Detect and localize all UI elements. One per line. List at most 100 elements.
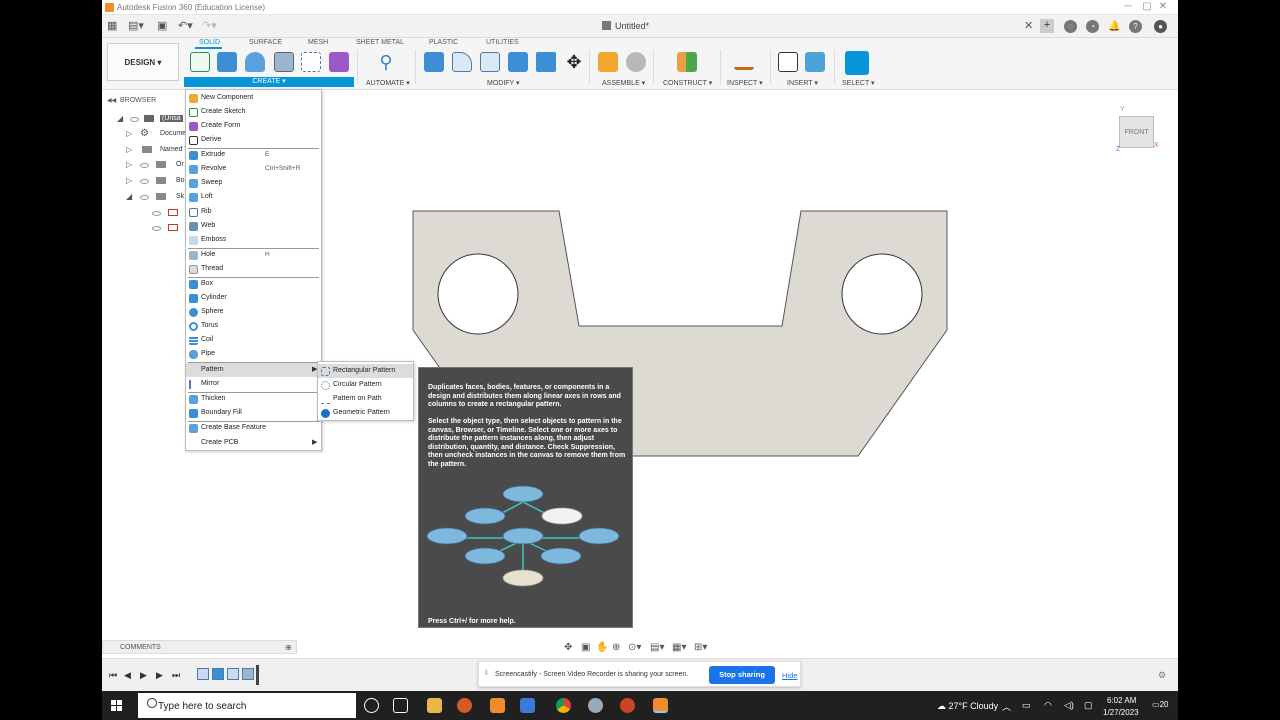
- tab-mesh[interactable]: MESH: [308, 39, 328, 46]
- assemble-dropdown-button[interactable]: ASSEMBLE ▾: [602, 79, 645, 87]
- notification-center-icon[interactable]: ▭20: [1152, 700, 1168, 709]
- timeline-start-icon[interactable]: ⏮: [109, 670, 117, 681]
- job-status-icon[interactable]: ◔: [1086, 20, 1099, 33]
- file-menu-icon[interactable]: ▤▾: [128, 19, 144, 32]
- create-form-icon[interactable]: [329, 52, 349, 72]
- extensions-icon[interactable]: ◌: [1064, 20, 1077, 33]
- menu-item-boundary-fill[interactable]: Boundary Fill: [186, 406, 321, 420]
- new-tab-button[interactable]: +: [1040, 19, 1054, 33]
- automate-icon[interactable]: ⚲: [376, 52, 396, 72]
- modify-dropdown-button[interactable]: MODIFY ▾: [487, 79, 520, 87]
- file-explorer-icon[interactable]: [427, 698, 442, 713]
- chrome-icon[interactable]: [556, 698, 571, 713]
- menu-item-hole[interactable]: Hole H: [186, 248, 321, 262]
- collapse-arrow-icon[interactable]: ◢: [117, 114, 123, 123]
- menu-item-sphere[interactable]: Sphere: [186, 305, 321, 319]
- orbit-icon[interactable]: ✥: [564, 642, 572, 653]
- insert-derive-icon[interactable]: [778, 52, 798, 72]
- menu-item-pattern-on-path[interactable]: Pattern on Path: [318, 392, 413, 406]
- windows-start-icon[interactable]: [111, 700, 123, 712]
- select-dropdown-button[interactable]: SELECT ▾: [842, 79, 875, 87]
- move-icon[interactable]: ✥: [564, 52, 584, 72]
- redo-icon[interactable]: ↷▾: [202, 19, 217, 32]
- measure-icon[interactable]: [734, 56, 754, 70]
- menu-item-rectangular-pattern[interactable]: Rectangular Pattern: [318, 364, 413, 378]
- document-tab[interactable]: Untitled*: [602, 21, 649, 31]
- pan-icon[interactable]: ✋: [596, 642, 608, 653]
- timeline-sketch-feature[interactable]: [227, 668, 239, 680]
- timeline-extrude-feature[interactable]: [212, 668, 224, 680]
- collapse-arrow-icon[interactable]: ◢: [126, 192, 132, 201]
- eye-icon[interactable]: [152, 226, 161, 231]
- menu-item-thicken[interactable]: Thicken: [186, 392, 321, 406]
- document-close-button[interactable]: ✕: [1024, 19, 1033, 32]
- hide-link[interactable]: Hide: [782, 671, 797, 680]
- help-icon[interactable]: ?: [1129, 20, 1142, 33]
- menu-item-web[interactable]: Web: [186, 219, 321, 233]
- new-component-icon[interactable]: [598, 52, 618, 72]
- menu-item-create-pcb[interactable]: Create PCB ▶: [186, 436, 321, 450]
- tab-solid[interactable]: SOLID: [199, 39, 220, 46]
- menu-item-revolve[interactable]: Revolve Ctrl+Shift+R: [186, 162, 321, 176]
- weather-widget[interactable]: ☁ 27°F Cloudy: [937, 701, 998, 712]
- add-comment-icon[interactable]: ⊕: [285, 643, 292, 652]
- stop-sharing-button[interactable]: Stop sharing: [709, 666, 775, 684]
- expand-arrow-icon[interactable]: ▷: [126, 145, 132, 154]
- zoom-icon[interactable]: ⊕: [612, 642, 620, 653]
- insert-image-icon[interactable]: [805, 52, 825, 72]
- minimize-button[interactable]: ─: [1119, 1, 1137, 12]
- inspect-dropdown-button[interactable]: INSPECT ▾: [727, 79, 763, 87]
- tab-utilities[interactable]: UTILITIES: [486, 39, 519, 46]
- timeline-sketch-feature[interactable]: [197, 668, 209, 680]
- close-button[interactable]: ✕: [1154, 1, 1172, 12]
- construct-dropdown-button[interactable]: CONSTRUCT ▾: [663, 79, 712, 87]
- combine-icon[interactable]: [536, 52, 556, 72]
- menu-item-pipe[interactable]: Pipe: [186, 347, 321, 361]
- menu-item-circular-pattern[interactable]: Circular Pattern: [318, 378, 413, 392]
- select-icon[interactable]: [845, 51, 869, 75]
- menu-item-create-base-feature[interactable]: Create Base Feature: [186, 421, 321, 435]
- eye-icon[interactable]: [140, 195, 149, 200]
- network-icon[interactable]: ◠: [1044, 700, 1052, 711]
- look-at-icon[interactable]: ▣: [581, 642, 590, 653]
- timeline-marker[interactable]: [256, 665, 259, 685]
- fusion-active-taskbar-icon[interactable]: [653, 698, 668, 713]
- expand-arrow-icon[interactable]: ▷: [126, 160, 132, 169]
- timeline-hole-feature[interactable]: [242, 668, 254, 680]
- grid-settings-icon[interactable]: ▦▾: [672, 642, 686, 653]
- zoom-window-icon[interactable]: ⊙▾: [628, 642, 641, 653]
- hole-icon[interactable]: [274, 52, 294, 72]
- menu-item-rib[interactable]: Rib: [186, 205, 321, 219]
- menu-item-emboss[interactable]: Emboss: [186, 233, 321, 247]
- tray-app-icon[interactable]: ▭: [1022, 700, 1031, 711]
- calculator-icon[interactable]: [520, 698, 535, 713]
- collapse-icon[interactable]: ◀◀: [107, 97, 116, 104]
- create-sketch-icon[interactable]: [190, 52, 210, 72]
- timeline-play-icon[interactable]: ▶: [140, 670, 147, 681]
- menu-item-derive[interactable]: Derive: [186, 133, 321, 147]
- fusion-taskbar-icon[interactable]: [490, 698, 505, 713]
- eye-icon[interactable]: [140, 163, 149, 168]
- extrude-icon[interactable]: [217, 52, 237, 72]
- eye-icon[interactable]: [130, 117, 139, 122]
- timeline-settings-icon[interactable]: ⚙: [1158, 670, 1166, 681]
- pattern-icon[interactable]: [301, 52, 321, 72]
- timeline-back-icon[interactable]: ◀: [124, 670, 131, 681]
- cortana-icon[interactable]: [364, 698, 379, 713]
- clock-time[interactable]: 6:02 AM: [1107, 696, 1136, 705]
- menu-item-create-form[interactable]: Create Form: [186, 119, 321, 133]
- joint-icon[interactable]: [626, 52, 646, 72]
- timeline-end-icon[interactable]: ⏭: [172, 670, 180, 681]
- press-pull-icon[interactable]: [424, 52, 444, 72]
- offset-plane-icon[interactable]: [677, 52, 697, 72]
- menu-item-geometric-pattern[interactable]: Geometric Pattern: [318, 406, 413, 420]
- menu-item-new-component[interactable]: New Component: [186, 91, 321, 105]
- display-settings-icon[interactable]: ▤▾: [650, 642, 664, 653]
- menu-item-box[interactable]: Box: [186, 277, 321, 291]
- clock-date[interactable]: 1/27/2023: [1103, 708, 1139, 717]
- taskbar-search-box[interactable]: Type here to search: [138, 693, 356, 718]
- comments-panel[interactable]: COMMENTS ⊕: [102, 640, 297, 654]
- volume-icon[interactable]: ◁): [1064, 700, 1074, 711]
- menu-item-torus[interactable]: Torus: [186, 319, 321, 333]
- eye-icon[interactable]: [140, 179, 149, 184]
